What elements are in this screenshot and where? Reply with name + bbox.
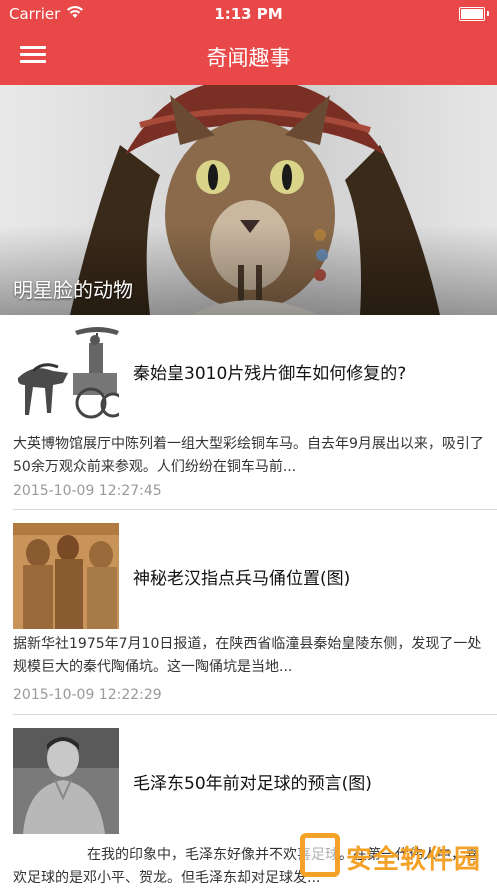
news-timestamp: 2015-10-09 12:27:45: [13, 483, 162, 499]
news-thumbnail: [13, 323, 119, 429]
battery-fill: [461, 9, 483, 19]
portrait-image: [13, 728, 119, 834]
divider: [13, 714, 497, 715]
news-timestamp: 2015-10-09 12:22:29: [13, 687, 162, 703]
status-bar: Carrier 1:13 PM: [0, 0, 497, 28]
watermark-text: 安全软件园: [346, 845, 482, 875]
hero-caption: 明星脸的动物: [13, 278, 133, 302]
watermark-logo-icon: [300, 833, 340, 877]
battery-icon: [459, 7, 489, 21]
news-thumbnail: [13, 523, 119, 629]
news-summary: 大英博物馆展厅中陈列着一组大型彩绘铜车马。自去年9月展出以来，吸引了50余万观众…: [13, 436, 484, 475]
news-title: 神秘老汉指点兵马俑位置(图): [133, 569, 351, 589]
news-item[interactable]: 神秘老汉指点兵马俑位置(图) 据新华社1975年7月10日报道，在陕西省临潼县秦…: [0, 515, 497, 715]
news-title: 秦始皇3010片残片御车如何修复的?: [133, 364, 407, 384]
news-thumbnail: [13, 728, 119, 834]
site-watermark: 安全软件园: [300, 833, 490, 879]
page-title: 奇闻趣事: [206, 46, 291, 70]
divider: [13, 509, 497, 510]
hero-banner[interactable]: 明星脸的动物: [0, 85, 497, 315]
news-summary: 据新华社1975年7月10日报道，在陕西省临潼县秦始皇陵东侧，发现了一处规模巨大…: [13, 636, 482, 675]
news-title: 毛泽东50年前对足球的预言(图): [133, 774, 372, 794]
app-header: Carrier 1:13 PM 奇闻趣事: [0, 0, 497, 85]
bronze-chariot-image: [13, 323, 119, 429]
news-item[interactable]: 秦始皇3010片残片御车如何修复的? 大英博物馆展厅中陈列着一组大型彩绘铜车马。…: [0, 315, 497, 510]
nav-bar: 奇闻趣事: [0, 28, 497, 85]
status-time: 1:13 PM: [214, 5, 283, 23]
terracotta-warriors-image: [13, 523, 119, 629]
